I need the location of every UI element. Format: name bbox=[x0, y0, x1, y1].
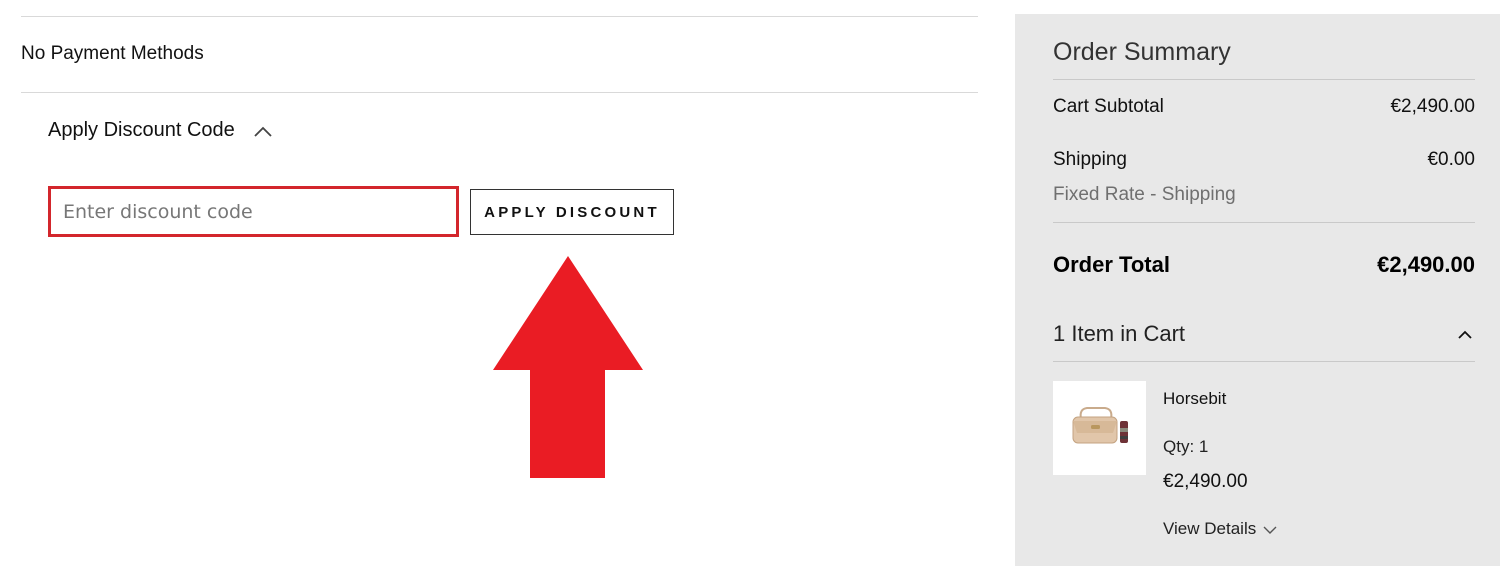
shipping-value: €0.00 bbox=[1427, 149, 1475, 170]
apply-discount-label: Apply Discount Code bbox=[48, 119, 235, 141]
order-summary-title: Order Summary bbox=[1053, 38, 1231, 66]
order-total-label: Order Total bbox=[1053, 252, 1170, 277]
order-total-value: €2,490.00 bbox=[1377, 252, 1475, 277]
apply-discount-toggle[interactable]: Apply Discount Code bbox=[48, 119, 273, 142]
divider-top bbox=[21, 16, 978, 17]
annotation-arrow-up-icon bbox=[493, 256, 643, 478]
view-details-label: View Details bbox=[1163, 519, 1257, 538]
chevron-down-icon bbox=[1263, 526, 1277, 534]
summary-divider bbox=[1053, 222, 1475, 223]
discount-code-input[interactable] bbox=[48, 186, 459, 237]
handbag-icon bbox=[1053, 381, 1146, 475]
chevron-up-icon bbox=[1458, 330, 1472, 339]
divider-payment bbox=[21, 92, 978, 93]
product-price: €2,490.00 bbox=[1163, 471, 1248, 492]
items-in-cart-toggle[interactable]: 1 Item in Cart bbox=[1053, 319, 1475, 349]
items-in-cart-label: 1 Item in Cart bbox=[1053, 321, 1186, 346]
order-summary-panel: Order Summary Cart Subtotal €2,490.00 Sh… bbox=[1015, 14, 1500, 566]
view-details-toggle[interactable]: View Details bbox=[1163, 519, 1277, 539]
cart-subtotal-value: €2,490.00 bbox=[1390, 96, 1475, 117]
summary-divider bbox=[1053, 361, 1475, 362]
chevron-up-icon bbox=[254, 126, 272, 137]
shipping-label: Shipping bbox=[1053, 149, 1127, 170]
product-qty: Qty: 1 bbox=[1163, 437, 1209, 456]
cart-subtotal-label: Cart Subtotal bbox=[1053, 96, 1164, 117]
shipping-method: Fixed Rate - Shipping bbox=[1053, 184, 1236, 205]
product-name: Horsebit bbox=[1163, 389, 1227, 408]
product-thumbnail[interactable] bbox=[1053, 381, 1146, 475]
apply-discount-button[interactable]: APPLY DISCOUNT bbox=[470, 189, 674, 235]
no-payment-methods-text: No Payment Methods bbox=[21, 43, 204, 64]
summary-divider bbox=[1053, 79, 1475, 80]
